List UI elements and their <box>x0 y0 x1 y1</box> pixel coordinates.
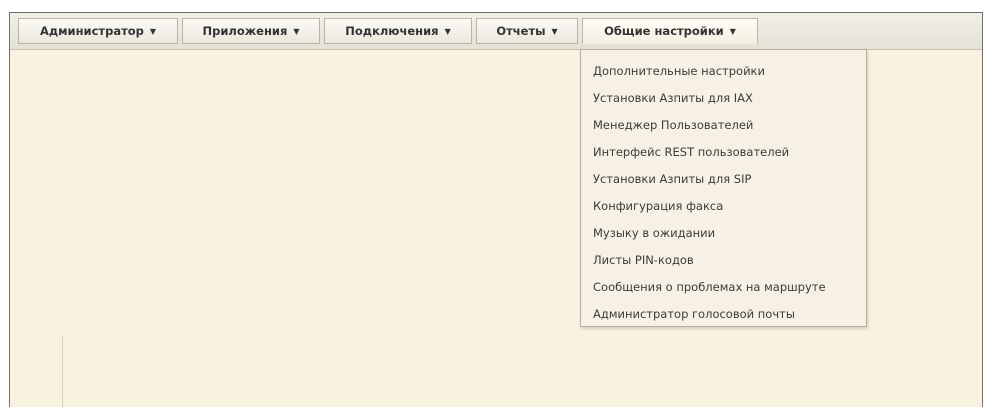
menu-administrator-label: Администратор <box>39 24 144 38</box>
caret-down-icon: ▼ <box>293 27 300 36</box>
caret-down-icon: ▼ <box>729 27 736 36</box>
dropdown-item-route-congestion-messages[interactable]: Сообщения о проблемах на маршруте <box>593 280 826 294</box>
dropdown-item-voicemail-admin[interactable]: Администратор голосовой почты <box>593 307 795 321</box>
dropdown-item-sip-settings[interactable]: Установки Азпиты для SIP <box>593 172 751 186</box>
general-settings-dropdown: Дополнительные настройки Установки Азпит… <box>580 49 867 327</box>
menu-connections[interactable]: Подключения ▼ <box>324 18 472 44</box>
dropdown-item-fax-configuration[interactable]: Конфигурация факса <box>593 199 723 213</box>
caret-down-icon: ▼ <box>551 27 558 36</box>
dropdown-item-user-manager[interactable]: Менеджер Пользователей <box>593 118 753 132</box>
dropdown-item-pin-sets[interactable]: Листы PIN-кодов <box>593 253 694 267</box>
caret-down-icon: ▼ <box>149 27 157 36</box>
menu-applications-label: Приложения <box>202 24 288 38</box>
menu-bar: Администратор ▼ Приложения ▼ Подключения ▼ … <box>10 13 982 50</box>
dropdown-item-music-on-hold[interactable]: Музыку в ожидании <box>593 226 715 240</box>
dropdown-item-rest-user-interface[interactable]: Интерфейс REST пользователей <box>593 145 789 159</box>
dropdown-item-advanced-settings[interactable]: Дополнительные настройки <box>593 64 765 78</box>
menu-reports-label: Отчеты <box>496 24 546 38</box>
caret-down-icon: ▼ <box>444 27 451 36</box>
menu-administrator[interactable]: Администратор ▼ <box>18 18 178 44</box>
menu-connections-label: Подключения <box>345 24 439 38</box>
menu-applications[interactable]: Приложения ▼ <box>182 18 320 44</box>
content-divider <box>62 335 63 408</box>
app-frame: Администратор ▼ Приложения ▼ Подключения ▼ … <box>9 12 983 408</box>
menu-reports[interactable]: Отчеты ▼ <box>476 18 578 44</box>
menu-general-settings[interactable]: Общие настройки ▼ <box>582 18 758 44</box>
menu-general-settings-label: Общие настройки <box>604 24 724 38</box>
dropdown-item-iax-settings[interactable]: Установки Азпиты для IAX <box>593 91 753 105</box>
